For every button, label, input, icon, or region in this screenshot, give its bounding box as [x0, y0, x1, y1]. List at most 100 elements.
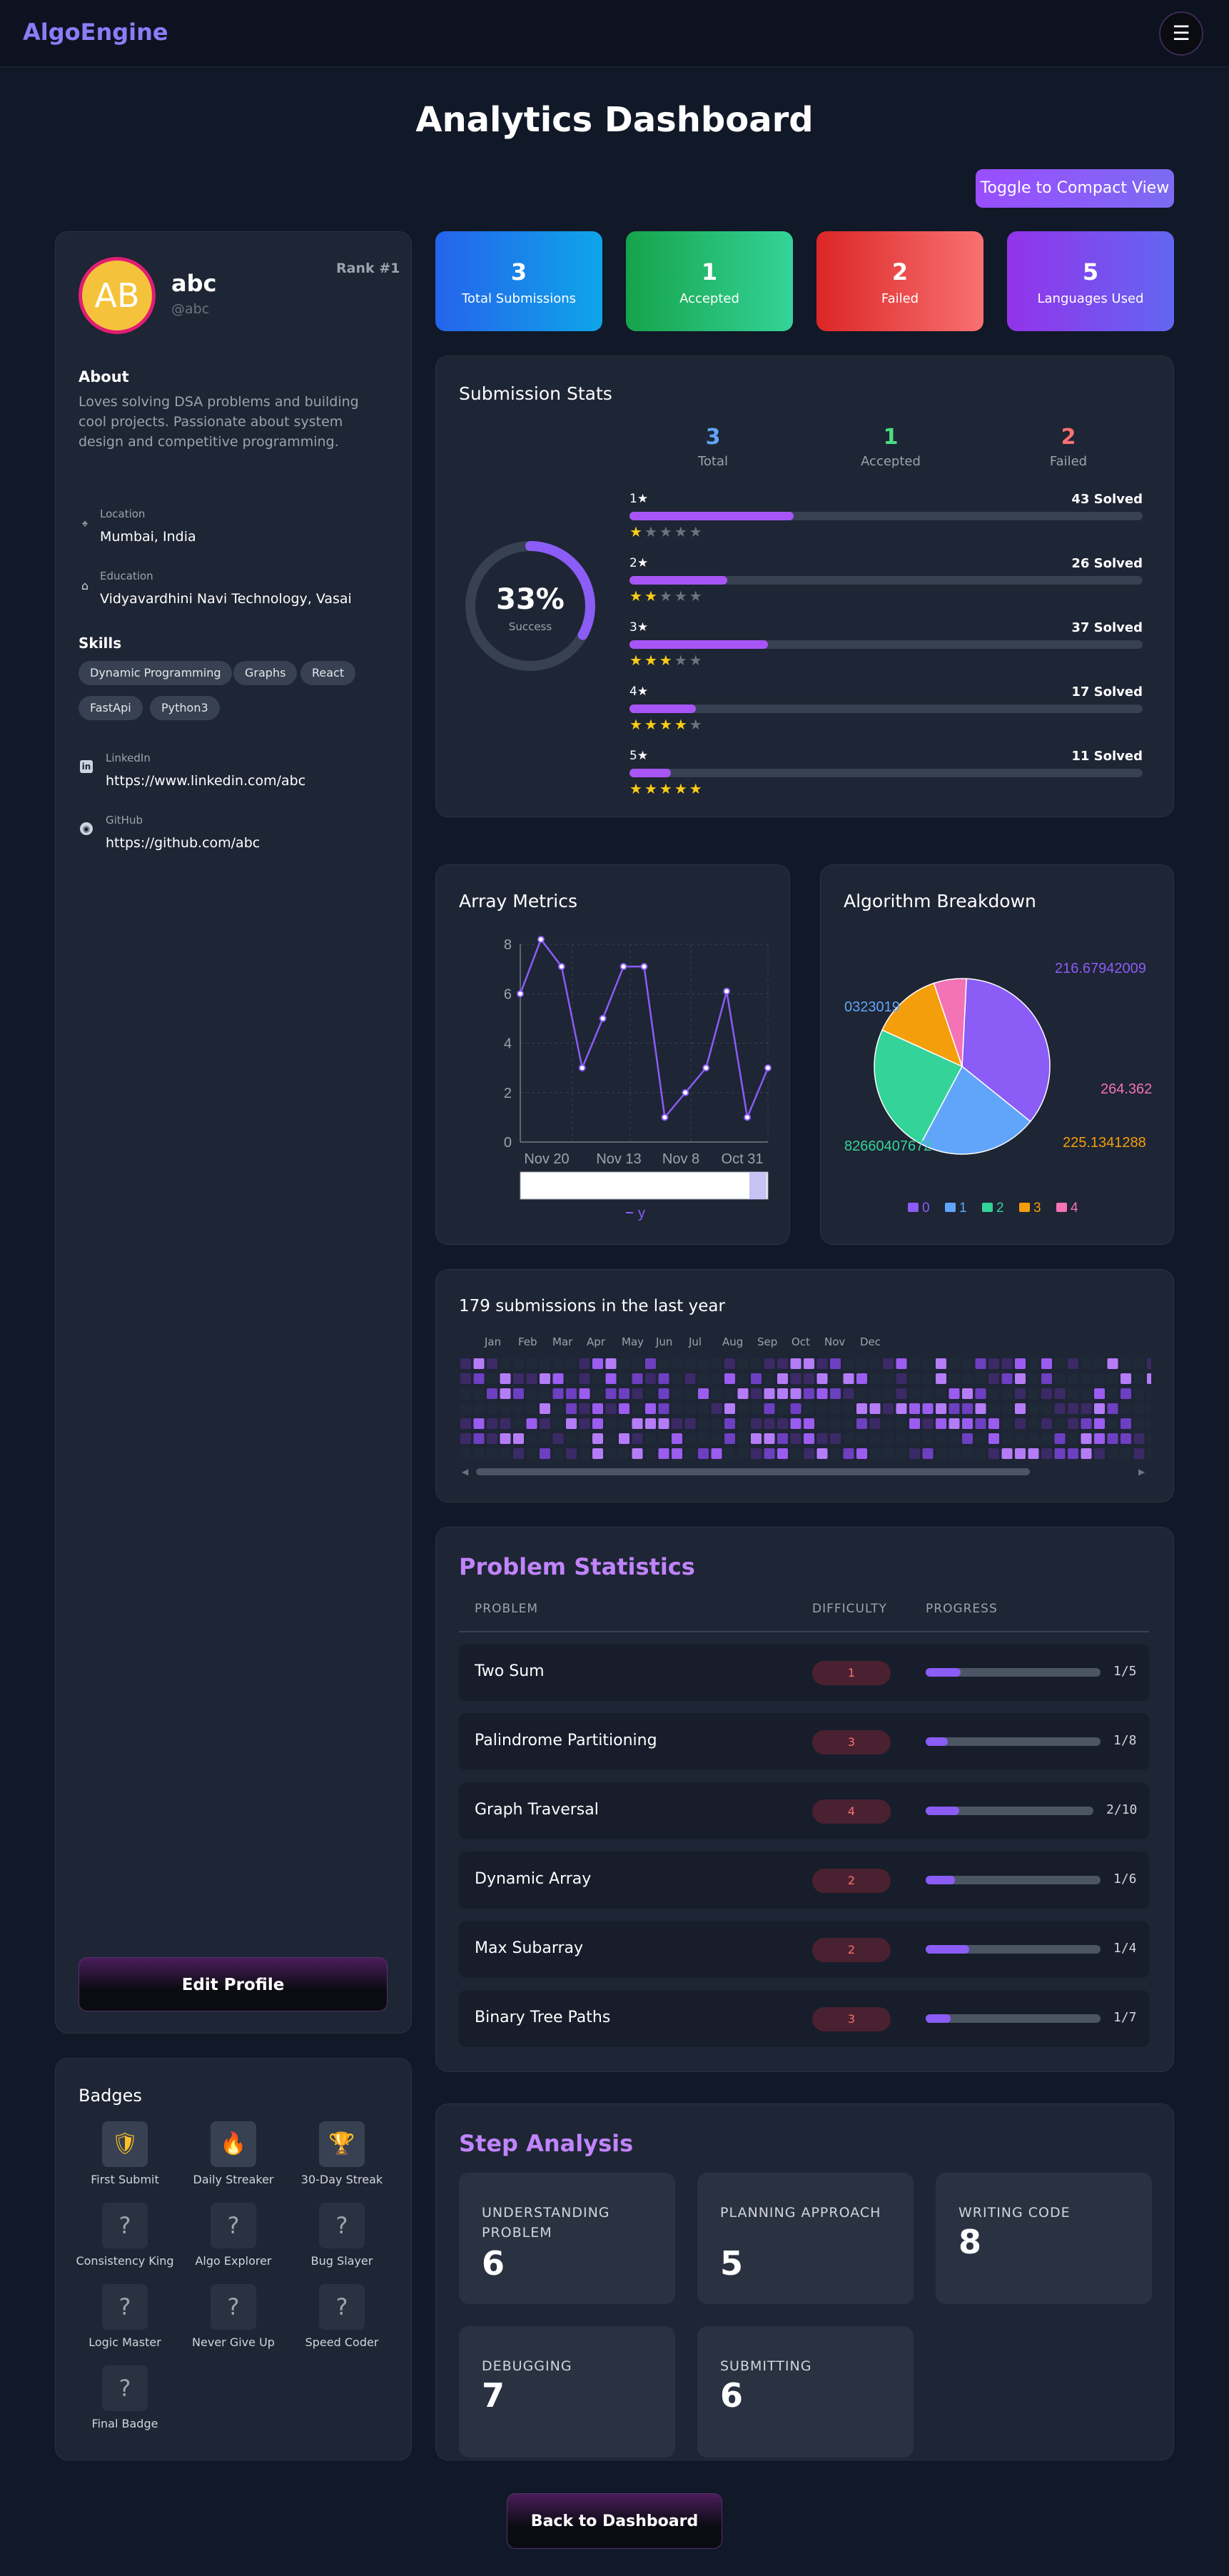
heatmap-cell[interactable] [1068, 1418, 1078, 1429]
heatmap-cell[interactable] [605, 1448, 617, 1459]
heatmap-cell[interactable] [1054, 1418, 1066, 1429]
heatmap-cell[interactable] [949, 1403, 960, 1414]
heatmap-cell[interactable] [1147, 1373, 1151, 1384]
heatmap-cell[interactable] [526, 1373, 537, 1384]
heatmap-cell[interactable] [1001, 1373, 1013, 1384]
heatmap-cell[interactable] [883, 1433, 894, 1444]
heatmap-cell[interactable] [1094, 1373, 1105, 1384]
heatmap-cell[interactable] [552, 1418, 564, 1429]
heatmap-cell[interactable] [552, 1388, 564, 1399]
heatmap-cell[interactable] [684, 1418, 696, 1429]
heatmap-cell[interactable] [1001, 1448, 1013, 1459]
heatmap-cell[interactable] [869, 1418, 881, 1429]
heatmap-cell[interactable] [500, 1418, 511, 1429]
heatmap-cell[interactable] [540, 1358, 550, 1369]
heatmap-cell[interactable] [816, 1418, 828, 1429]
heatmap-cell[interactable] [896, 1388, 907, 1399]
heatmap-cell[interactable] [804, 1418, 814, 1429]
data-point[interactable] [517, 990, 524, 998]
heatmap-cell[interactable] [566, 1388, 577, 1399]
heatmap-cell[interactable] [988, 1388, 999, 1399]
heatmap-cell[interactable] [909, 1403, 920, 1414]
heatmap-cell[interactable] [579, 1373, 590, 1384]
heatmap-cell[interactable] [1121, 1358, 1131, 1369]
heatmap-cell[interactable] [540, 1403, 550, 1414]
heatmap-cell[interactable] [460, 1358, 471, 1369]
heatmap-cell[interactable] [1068, 1358, 1078, 1369]
data-point[interactable] [640, 963, 648, 971]
heatmap-cell[interactable] [473, 1418, 485, 1429]
table-row[interactable]: Max Subarray 2 1/4 [459, 1921, 1149, 1978]
heatmap-cell[interactable] [1081, 1388, 1092, 1399]
heatmap-cell[interactable] [975, 1373, 986, 1384]
heatmap-cell[interactable] [962, 1433, 973, 1444]
data-point[interactable] [599, 1014, 607, 1022]
heatmap-cell[interactable] [883, 1358, 894, 1369]
heatmap-cell[interactable] [724, 1433, 735, 1444]
heatmap-cell[interactable] [1133, 1403, 1145, 1414]
heatmap-cell[interactable] [579, 1403, 590, 1414]
heatmap-cell[interactable] [711, 1448, 722, 1459]
heatmap-cell[interactable] [883, 1373, 894, 1384]
heatmap-cell[interactable] [883, 1418, 894, 1429]
heatmap-cell[interactable] [764, 1433, 775, 1444]
heatmap-cell[interactable] [896, 1358, 907, 1369]
heatmap-cell[interactable] [1107, 1418, 1118, 1429]
heatmap-cell[interactable] [1054, 1388, 1066, 1399]
heatmap-cell[interactable] [988, 1448, 999, 1459]
heatmap-cell[interactable] [1121, 1388, 1131, 1399]
heatmap-cell[interactable] [526, 1358, 537, 1369]
heatmap-cell[interactable] [1028, 1418, 1039, 1429]
heatmap-cell[interactable] [540, 1433, 550, 1444]
heatmap-cell[interactable] [936, 1448, 946, 1459]
heatmap-cell[interactable] [1028, 1448, 1039, 1459]
heatmap-cell[interactable] [1107, 1448, 1118, 1459]
heatmap-cell[interactable] [1015, 1373, 1026, 1384]
heatmap-cell[interactable] [777, 1373, 788, 1384]
heatmap-cell[interactable] [698, 1388, 709, 1399]
range-slider-handle[interactable] [749, 1172, 767, 1199]
heatmap-cell[interactable] [566, 1418, 577, 1429]
heatmap-cell[interactable] [513, 1373, 524, 1384]
heatmap-cell[interactable] [1147, 1433, 1151, 1444]
menu-icon[interactable]: ☰ [1159, 11, 1203, 56]
heatmap-cell[interactable] [869, 1403, 881, 1414]
heatmap-cell[interactable] [804, 1373, 814, 1384]
heatmap-cell[interactable] [856, 1388, 867, 1399]
heatmap-cell[interactable] [1054, 1433, 1066, 1444]
heatmap-cell[interactable] [843, 1388, 854, 1399]
heatmap-cell[interactable] [632, 1448, 643, 1459]
heatmap-cell[interactable] [764, 1373, 775, 1384]
heatmap-cell[interactable] [896, 1433, 907, 1444]
heatmap-cell[interactable] [777, 1358, 788, 1369]
heatmap-cell[interactable] [975, 1358, 986, 1369]
heatmap-cell[interactable] [909, 1358, 920, 1369]
heatmap-cell[interactable] [500, 1373, 511, 1384]
heatmap-cell[interactable] [605, 1403, 617, 1414]
heatmap-cell[interactable] [487, 1388, 497, 1399]
heatmap-cell[interactable] [962, 1403, 973, 1414]
heatmap-cell[interactable] [1107, 1388, 1118, 1399]
heatmap-cell[interactable] [579, 1388, 590, 1399]
heatmap-cell[interactable] [460, 1448, 471, 1459]
heatmap-cell[interactable] [1133, 1358, 1145, 1369]
heatmap-cell[interactable] [1001, 1403, 1013, 1414]
heatmap-cell[interactable] [949, 1418, 960, 1429]
heatmap-cell[interactable] [949, 1433, 960, 1444]
heatmap-cell[interactable] [751, 1373, 762, 1384]
heatmap-cell[interactable] [526, 1403, 537, 1414]
heatmap-cell[interactable] [896, 1373, 907, 1384]
heatmap-cell[interactable] [1133, 1418, 1145, 1429]
heatmap-cell[interactable] [804, 1358, 814, 1369]
heatmap-cell[interactable] [1015, 1448, 1026, 1459]
heatmap-cell[interactable] [830, 1433, 841, 1444]
heatmap-cell[interactable] [1121, 1448, 1131, 1459]
heatmap-cell[interactable] [540, 1418, 550, 1429]
heatmap-cell[interactable] [645, 1448, 656, 1459]
heatmap-cell[interactable] [658, 1358, 669, 1369]
heatmap-cell[interactable] [1147, 1358, 1151, 1369]
heatmap-cell[interactable] [737, 1433, 749, 1444]
heatmap-cell[interactable] [619, 1433, 629, 1444]
heatmap-cell[interactable] [936, 1433, 946, 1444]
heatmap-cell[interactable] [790, 1358, 801, 1369]
